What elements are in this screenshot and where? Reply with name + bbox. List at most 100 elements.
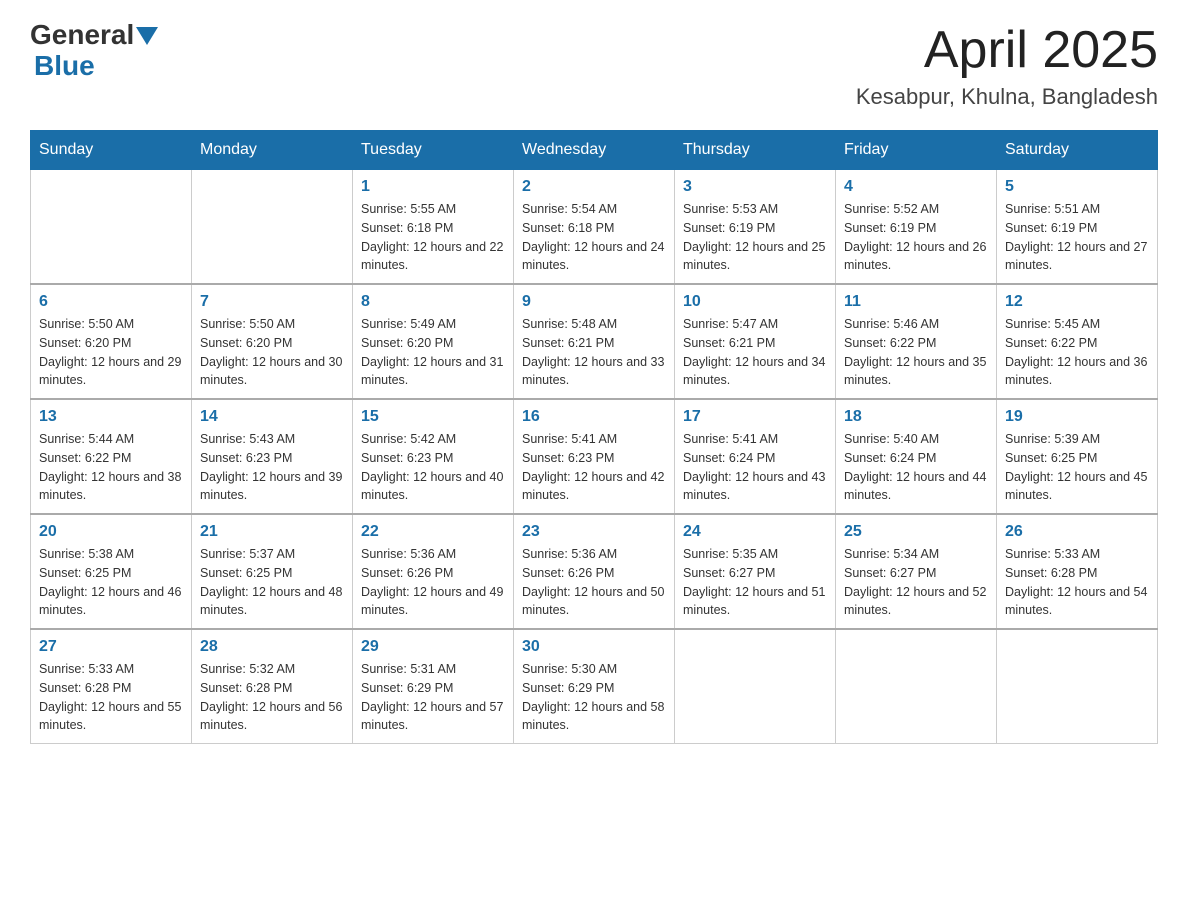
day-number: 17 xyxy=(683,408,827,426)
calendar-week-1: 1 Sunrise: 5:55 AMSunset: 6:18 PMDaylight… xyxy=(31,170,1158,285)
sunset-text: Sunset: 6:23 PM xyxy=(200,449,344,468)
daylight-text: Daylight: 12 hours and 54 minutes. xyxy=(1005,583,1149,621)
calendar-cell: 17 Sunrise: 5:41 AMSunset: 6:24 PMDayligh… xyxy=(675,399,836,514)
day-number: 13 xyxy=(39,408,183,426)
daylight-text: Daylight: 12 hours and 49 minutes. xyxy=(361,583,505,621)
day-info: Sunrise: 5:54 AMSunset: 6:18 PMDaylight:… xyxy=(522,200,666,275)
sunrise-text: Sunrise: 5:37 AM xyxy=(200,545,344,564)
daylight-text: Daylight: 12 hours and 27 minutes. xyxy=(1005,238,1149,276)
sunrise-text: Sunrise: 5:36 AM xyxy=(522,545,666,564)
page-header: General Blue April 2025 Kesabpur, Khulna… xyxy=(30,20,1158,110)
day-number: 25 xyxy=(844,523,988,541)
sunrise-text: Sunrise: 5:32 AM xyxy=(200,660,344,679)
calendar-cell xyxy=(997,629,1158,744)
sunset-text: Sunset: 6:28 PM xyxy=(1005,564,1149,583)
day-info: Sunrise: 5:55 AMSunset: 6:18 PMDaylight:… xyxy=(361,200,505,275)
calendar-cell: 30Sunrise: 5:30 AMSunset: 6:29 PMDayligh… xyxy=(514,629,675,744)
sunrise-text: Sunrise: 5:47 AM xyxy=(683,315,827,334)
day-info: Sunrise: 5:36 AMSunset: 6:26 PMDaylight:… xyxy=(361,545,505,620)
sunset-text: Sunset: 6:21 PM xyxy=(683,334,827,353)
day-info: Sunrise: 5:41 AMSunset: 6:23 PMDaylight:… xyxy=(522,430,666,505)
day-number: 9 xyxy=(522,293,666,311)
calendar-cell: 14Sunrise: 5:43 AMSunset: 6:23 PMDayligh… xyxy=(192,399,353,514)
calendar-week-2: 6Sunrise: 5:50 AMSunset: 6:20 PMDaylight… xyxy=(31,284,1158,399)
sunset-text: Sunset: 6:24 PM xyxy=(683,449,827,468)
daylight-text: Daylight: 12 hours and 42 minutes. xyxy=(522,468,666,506)
calendar-cell: 10Sunrise: 5:47 AMSunset: 6:21 PMDayligh… xyxy=(675,284,836,399)
calendar-cell: 16 Sunrise: 5:41 AMSunset: 6:23 PMDayligh… xyxy=(514,399,675,514)
daylight-text: Daylight: 12 hours and 30 minutes. xyxy=(200,353,344,391)
sunset-text: Sunset: 6:19 PM xyxy=(1005,219,1149,238)
daylight-text: Daylight: 12 hours and 24 minutes. xyxy=(522,238,666,276)
day-number: 3 xyxy=(683,178,827,196)
calendar-week-3: 13Sunrise: 5:44 AMSunset: 6:22 PMDayligh… xyxy=(31,399,1158,514)
day-info: Sunrise: 5:52 AMSunset: 6:19 PMDaylight:… xyxy=(844,200,988,275)
day-info: Sunrise: 5:33 AMSunset: 6:28 PMDaylight:… xyxy=(1005,545,1149,620)
sunrise-text: Sunrise: 5:34 AM xyxy=(844,545,988,564)
sunrise-text: Sunrise: 5:38 AM xyxy=(39,545,183,564)
calendar-cell: 12Sunrise: 5:45 AMSunset: 6:22 PMDayligh… xyxy=(997,284,1158,399)
calendar-cell xyxy=(675,629,836,744)
sunset-text: Sunset: 6:29 PM xyxy=(522,679,666,698)
sunset-text: Sunset: 6:28 PM xyxy=(39,679,183,698)
daylight-text: Daylight: 12 hours and 38 minutes. xyxy=(39,468,183,506)
calendar-cell: 25Sunrise: 5:34 AMSunset: 6:27 PMDayligh… xyxy=(836,514,997,629)
calendar-cell: 23Sunrise: 5:36 AMSunset: 6:26 PMDayligh… xyxy=(514,514,675,629)
day-info: Sunrise: 5:36 AMSunset: 6:26 PMDaylight:… xyxy=(522,545,666,620)
logo-blue-text: Blue xyxy=(34,51,158,82)
daylight-text: Daylight: 12 hours and 44 minutes. xyxy=(844,468,988,506)
day-number: 19 xyxy=(1005,408,1149,426)
day-info: Sunrise: 5:39 AMSunset: 6:25 PMDaylight:… xyxy=(1005,430,1149,505)
calendar-week-5: 27Sunrise: 5:33 AMSunset: 6:28 PMDayligh… xyxy=(31,629,1158,744)
day-number: 24 xyxy=(683,523,827,541)
day-info: Sunrise: 5:45 AMSunset: 6:22 PMDaylight:… xyxy=(1005,315,1149,390)
calendar-cell: 24Sunrise: 5:35 AMSunset: 6:27 PMDayligh… xyxy=(675,514,836,629)
sunset-text: Sunset: 6:28 PM xyxy=(200,679,344,698)
weekday-header-thursday: Thursday xyxy=(675,131,836,170)
daylight-text: Daylight: 12 hours and 51 minutes. xyxy=(683,583,827,621)
calendar-cell: 13Sunrise: 5:44 AMSunset: 6:22 PMDayligh… xyxy=(31,399,192,514)
sunrise-text: Sunrise: 5:54 AM xyxy=(522,200,666,219)
calendar-cell: 19 Sunrise: 5:39 AMSunset: 6:25 PMDayligh… xyxy=(997,399,1158,514)
day-info: Sunrise: 5:33 AMSunset: 6:28 PMDaylight:… xyxy=(39,660,183,735)
sunrise-text: Sunrise: 5:52 AM xyxy=(844,200,988,219)
daylight-text: Daylight: 12 hours and 50 minutes. xyxy=(522,583,666,621)
day-info: Sunrise: 5:51 AMSunset: 6:19 PMDaylight:… xyxy=(1005,200,1149,275)
daylight-text: Daylight: 12 hours and 39 minutes. xyxy=(200,468,344,506)
weekday-header-tuesday: Tuesday xyxy=(353,131,514,170)
day-info: Sunrise: 5:31 AMSunset: 6:29 PMDaylight:… xyxy=(361,660,505,735)
day-number: 14 xyxy=(200,408,344,426)
sunset-text: Sunset: 6:24 PM xyxy=(844,449,988,468)
day-number: 18 xyxy=(844,408,988,426)
daylight-text: Daylight: 12 hours and 35 minutes. xyxy=(844,353,988,391)
daylight-text: Daylight: 12 hours and 31 minutes. xyxy=(361,353,505,391)
day-number: 1 xyxy=(361,178,505,196)
daylight-text: Daylight: 12 hours and 22 minutes. xyxy=(361,238,505,276)
location-title: Kesabpur, Khulna, Bangladesh xyxy=(856,84,1158,110)
sunset-text: Sunset: 6:18 PM xyxy=(522,219,666,238)
calendar-cell: 5Sunrise: 5:51 AMSunset: 6:19 PMDaylight… xyxy=(997,170,1158,285)
logo-triangle-icon xyxy=(136,27,158,45)
sunset-text: Sunset: 6:21 PM xyxy=(522,334,666,353)
calendar-cell: 4Sunrise: 5:52 AMSunset: 6:19 PMDaylight… xyxy=(836,170,997,285)
daylight-text: Daylight: 12 hours and 26 minutes. xyxy=(844,238,988,276)
calendar-cell: 20 Sunrise: 5:38 AMSunset: 6:25 PMDayligh… xyxy=(31,514,192,629)
calendar-cell: 2 Sunrise: 5:54 AMSunset: 6:18 PMDaylight… xyxy=(514,170,675,285)
daylight-text: Daylight: 12 hours and 40 minutes. xyxy=(361,468,505,506)
sunset-text: Sunset: 6:29 PM xyxy=(361,679,505,698)
weekday-header-friday: Friday xyxy=(836,131,997,170)
calendar-cell: 21Sunrise: 5:37 AMSunset: 6:25 PMDayligh… xyxy=(192,514,353,629)
sunrise-text: Sunrise: 5:41 AM xyxy=(683,430,827,449)
day-number: 22 xyxy=(361,523,505,541)
day-info: Sunrise: 5:38 AMSunset: 6:25 PMDaylight:… xyxy=(39,545,183,620)
sunset-text: Sunset: 6:27 PM xyxy=(683,564,827,583)
sunset-text: Sunset: 6:25 PM xyxy=(39,564,183,583)
sunrise-text: Sunrise: 5:33 AM xyxy=(39,660,183,679)
daylight-text: Daylight: 12 hours and 55 minutes. xyxy=(39,698,183,736)
day-number: 2 xyxy=(522,178,666,196)
day-number: 16 xyxy=(522,408,666,426)
day-number: 20 xyxy=(39,523,183,541)
daylight-text: Daylight: 12 hours and 43 minutes. xyxy=(683,468,827,506)
calendar-cell: 15Sunrise: 5:42 AMSunset: 6:23 PMDayligh… xyxy=(353,399,514,514)
weekday-header-sunday: Sunday xyxy=(31,131,192,170)
